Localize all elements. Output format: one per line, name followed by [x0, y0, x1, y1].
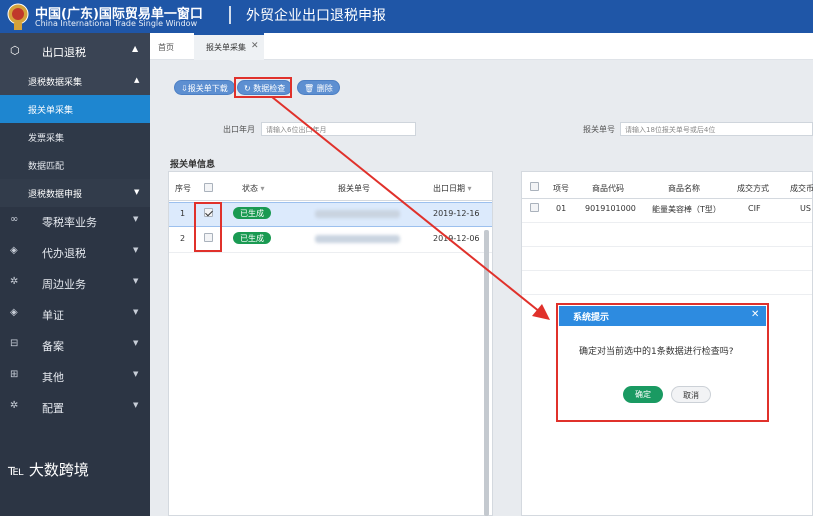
confirm-dialog: 系统提示 ✕ 确定对当前选中的1条数据进行检查吗? 确定 取消 — [559, 306, 766, 419]
annotation-arrow — [271, 96, 550, 320]
cancel-button[interactable]: 取消 — [671, 386, 711, 403]
close-icon[interactable]: ✕ — [751, 309, 759, 320]
dialog-message: 确定对当前选中的1条数据进行检查吗? — [579, 347, 734, 357]
dialog-title: 系统提示 — [573, 313, 610, 323]
confirm-button[interactable]: 确定 — [623, 386, 663, 403]
dialog-header: 系统提示 ✕ — [559, 306, 766, 326]
